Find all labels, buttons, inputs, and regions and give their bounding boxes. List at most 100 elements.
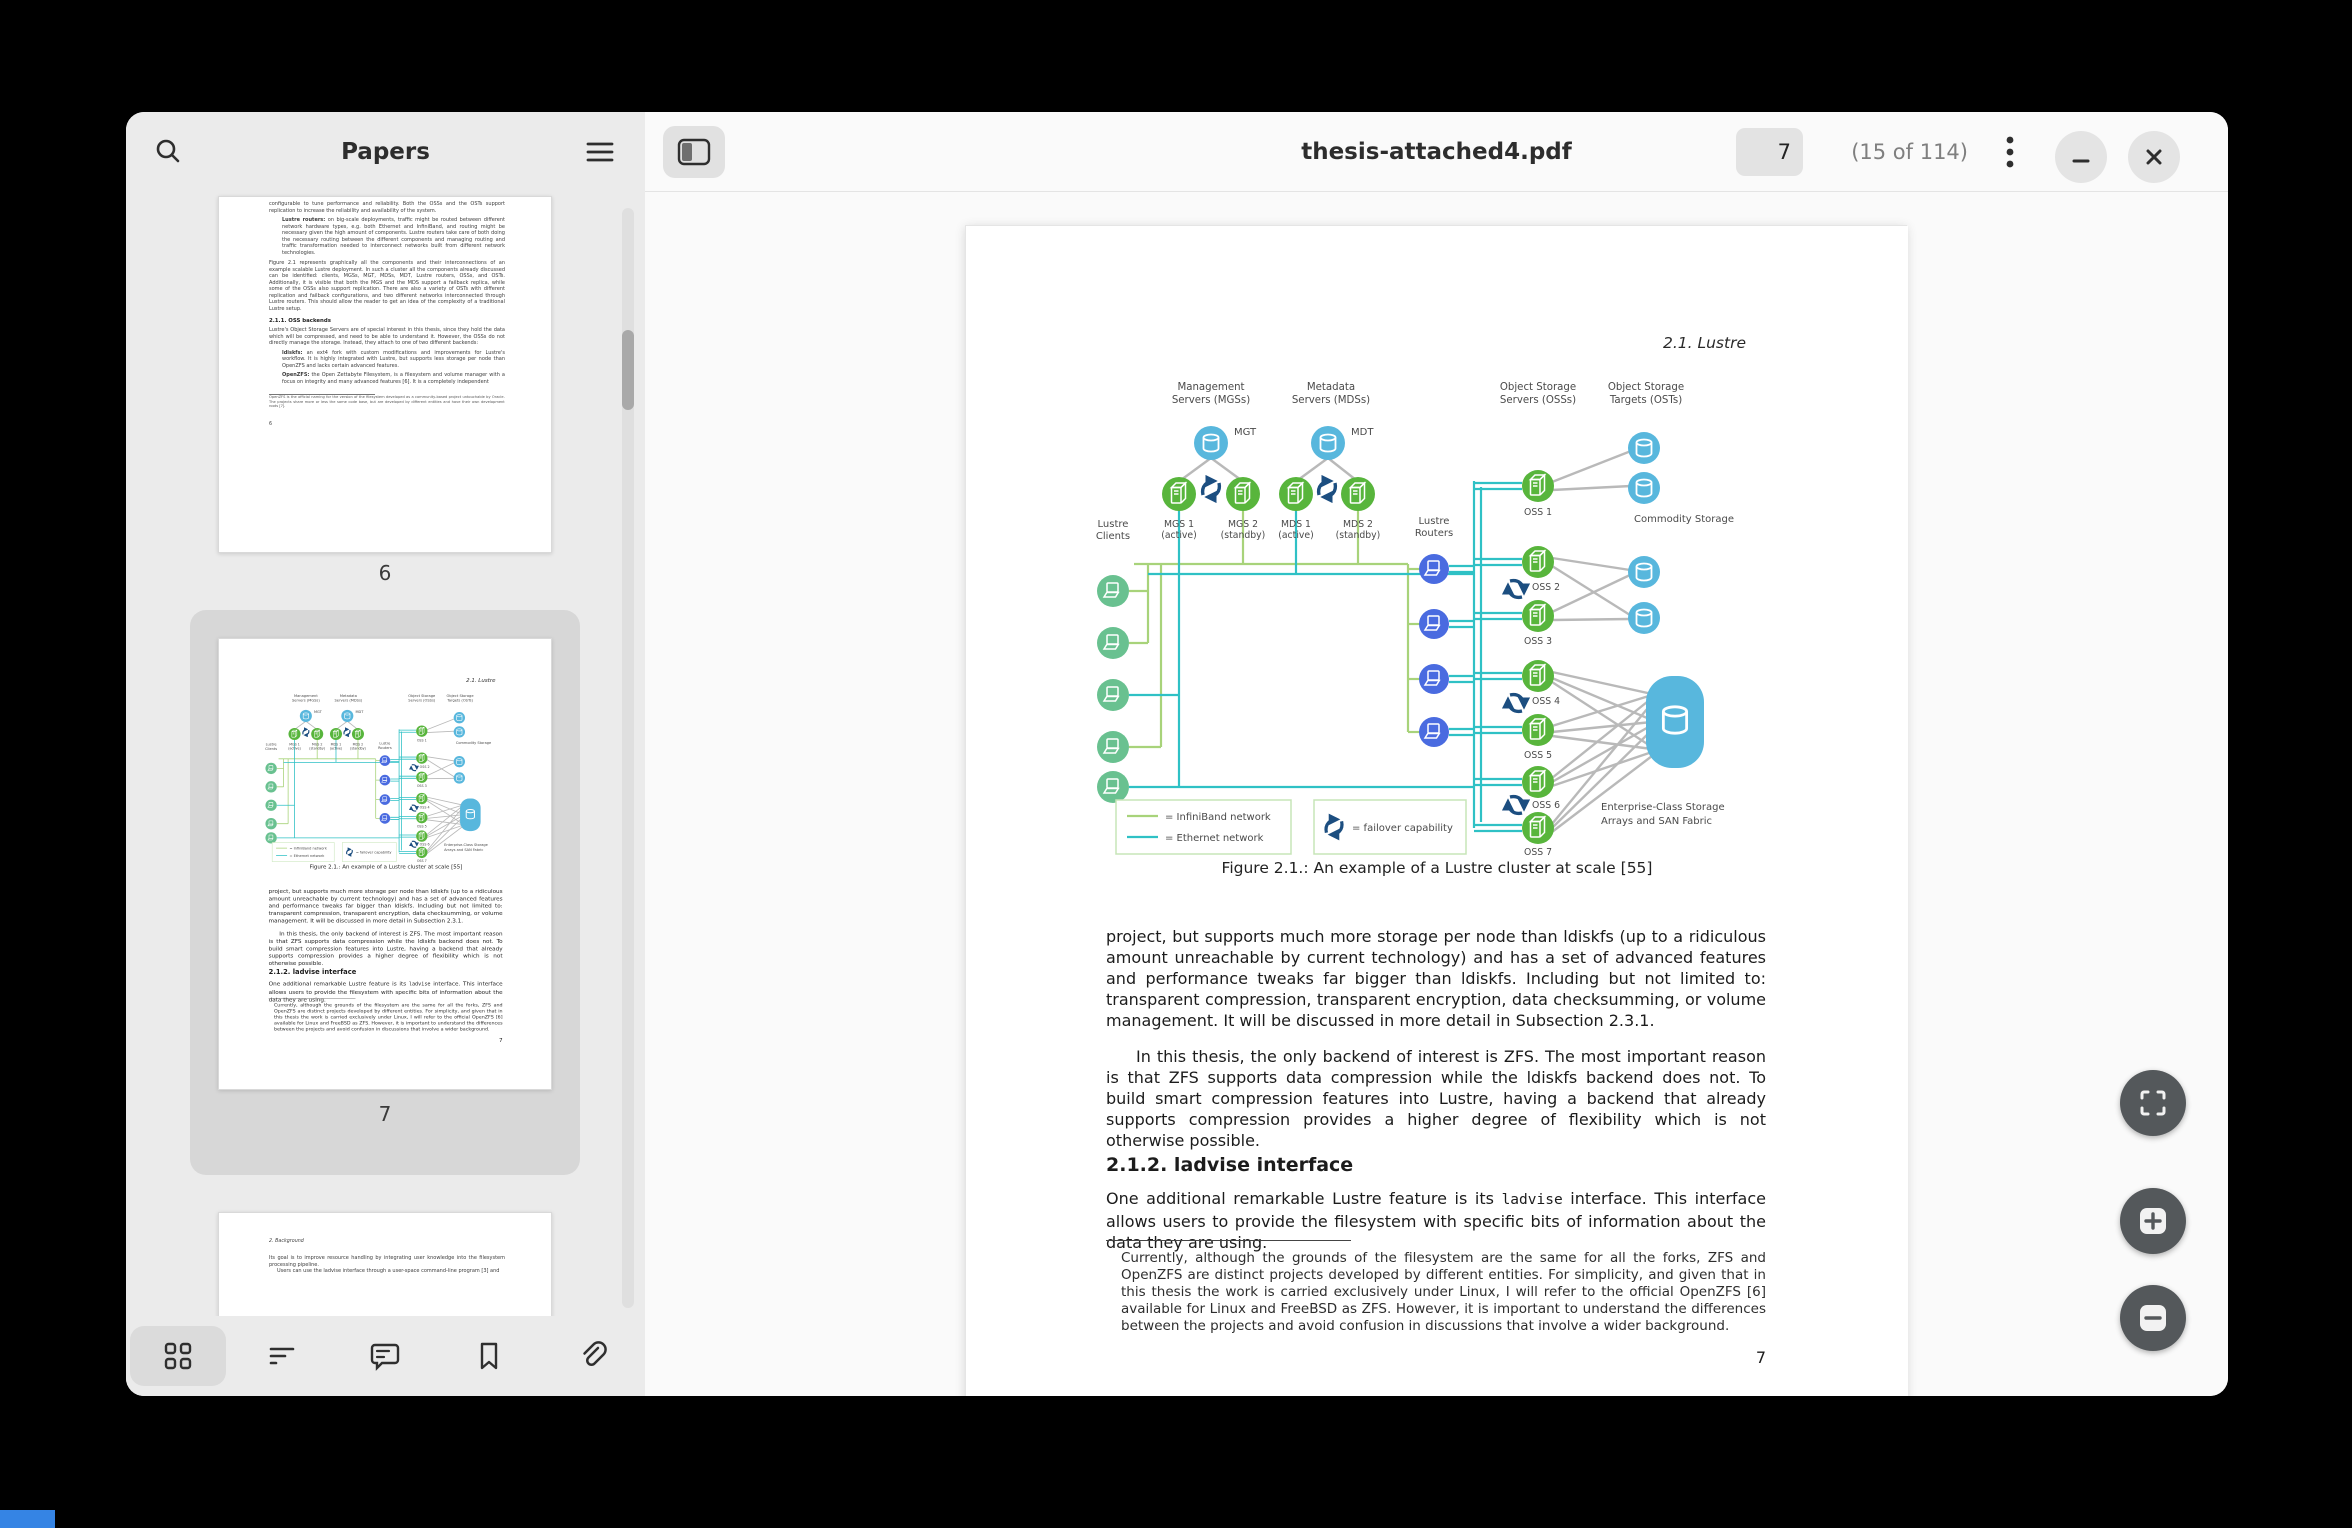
zoom-in-icon — [2138, 1206, 2168, 1236]
svg-text:OSS 5: OSS 5 — [1524, 750, 1552, 761]
thumbnail-page-6[interactable]: configurable to tune performance and rel… — [218, 196, 552, 553]
zoom-out-icon — [2138, 1303, 2168, 1333]
sidebar-scrollbar-thumb[interactable] — [622, 330, 634, 410]
minimize-button[interactable] — [2055, 131, 2107, 183]
annotations-view-button[interactable] — [337, 1326, 433, 1386]
svg-text:OSS 5: OSS 5 — [417, 825, 427, 829]
thumb6-page-number: 6 — [269, 422, 505, 427]
main-menu-button[interactable] — [574, 126, 626, 178]
svg-text:MDT: MDT — [1351, 427, 1374, 438]
svg-text:Metadata: Metadata — [340, 694, 357, 698]
thumb6-para-2: Figure 2.1 represents graphically all th… — [269, 260, 505, 312]
thumb6-bullet-2: ldiskfs: an ext4 fork with custom modifi… — [282, 350, 505, 370]
dock-accent-strip — [0, 1510, 55, 1528]
bookmark-icon — [475, 1341, 503, 1371]
paragraph-3: One additional remarkable Lustre feature… — [269, 980, 503, 1003]
outline-view-button[interactable] — [234, 1326, 330, 1386]
svg-text:= InfiniBand network: = InfiniBand network — [290, 847, 328, 851]
running-header: 2.1. Lustre — [1663, 334, 1746, 352]
thumb6-footnote: OpenZFS is the official naming for the v… — [269, 395, 505, 409]
svg-text:Commodity Storage: Commodity Storage — [1634, 514, 1734, 525]
svg-text:OSS 3: OSS 3 — [1524, 636, 1552, 647]
page-number: 7 — [1106, 1348, 1766, 1367]
svg-text:Lustre: Lustre — [1098, 519, 1129, 530]
svg-text:Targets (OSTs): Targets (OSTs) — [1609, 395, 1682, 406]
svg-text:MGT: MGT — [314, 710, 323, 714]
thumbnail-page-8[interactable]: 2. Background Its goal is to improve res… — [218, 1212, 552, 1328]
svg-text:Servers (OSSs): Servers (OSSs) — [1500, 395, 1576, 406]
svg-text:OSS 3: OSS 3 — [417, 784, 427, 788]
toolbar-cell — [230, 1316, 334, 1396]
pdf-page-content: 2.1. Lustre — [966, 226, 1908, 1396]
thumb6-footnote-rule: OpenZFS is the official naming for the v… — [269, 394, 375, 409]
svg-text:= Ethernet network: = Ethernet network — [1165, 833, 1264, 844]
thumb6-heading: 2.1.1. OSS backends — [269, 318, 505, 324]
svg-text:Metadata: Metadata — [1307, 382, 1355, 393]
svg-text:MGS 2: MGS 2 — [1228, 519, 1258, 530]
sidebar: Papers configurable to tune performance … — [126, 112, 645, 1396]
svg-text:= failover capability: = failover capability — [356, 850, 392, 854]
thumbnail-page-7[interactable]: 2.1. Lustre — [218, 638, 552, 1090]
pdf-page: 2.1. Lustre — [965, 225, 1907, 1396]
figure-2-1-diagram: Management Servers (MGSs) Metadata Serve… — [262, 692, 496, 863]
svg-text:OSS 6: OSS 6 — [1532, 800, 1560, 811]
svg-text:OSS 1: OSS 1 — [1524, 507, 1552, 518]
close-button[interactable] — [2128, 131, 2180, 183]
svg-text:OSS 4: OSS 4 — [420, 805, 430, 809]
thumb8-para-2: Users can use the ladvise interface thro… — [269, 1268, 505, 1275]
window-menu-button[interactable] — [1984, 126, 2036, 178]
svg-text:Arrays and SAN Fabric: Arrays and SAN Fabric — [444, 848, 483, 852]
svg-text:Management: Management — [294, 694, 318, 698]
thumb6-bullet-3: OpenZFS: the Open Zettabyte Filesystem, … — [282, 372, 505, 385]
svg-text:Object Storage: Object Storage — [447, 694, 475, 698]
svg-text:Servers (MDSs): Servers (MDSs) — [1292, 395, 1370, 406]
zoom-in-button[interactable] — [2120, 1188, 2186, 1254]
thumb6-bullet-1: Lustre routers: on big-scale deployments… — [282, 217, 505, 256]
zoom-out-button[interactable] — [2120, 1285, 2186, 1351]
svg-text:(active): (active) — [1278, 530, 1314, 541]
sidebar-toolbar — [126, 1316, 645, 1396]
page-number-input[interactable] — [1736, 128, 1803, 176]
page-count-label: (15 of 114) — [1851, 112, 1968, 192]
svg-text:Enterprise-Class Storage: Enterprise-Class Storage — [1601, 802, 1725, 813]
svg-text:(standby): (standby) — [1221, 530, 1266, 541]
section-heading: 2.1.2. ladvise interface — [1106, 1154, 1353, 1176]
svg-text:Clients: Clients — [265, 747, 277, 751]
running-header: 2.1. Lustre — [466, 677, 495, 683]
annotation-bubble-icon — [369, 1340, 401, 1372]
fit-page-button[interactable] — [2120, 1070, 2186, 1136]
svg-text:MDS 1: MDS 1 — [1281, 519, 1311, 530]
svg-text:Enterprise-Class Storage: Enterprise-Class Storage — [444, 843, 488, 847]
thumbnails-view-button[interactable] — [130, 1326, 226, 1386]
paragraph-2: In this thesis, the only backend of inte… — [269, 930, 503, 967]
thumbnail-7-mini: 2.1. Lustre — [219, 639, 552, 1090]
paragraph-3: One additional remarkable Lustre feature… — [1106, 1188, 1766, 1253]
page-number: 7 — [269, 1037, 503, 1044]
svg-text:(active): (active) — [1161, 530, 1197, 541]
section-heading: 2.1.2. ladvise interface — [269, 968, 357, 976]
thumb8-para-1: Its goal is to improve resource handling… — [269, 1255, 505, 1268]
close-icon — [2145, 148, 2163, 166]
attachments-view-button[interactable] — [545, 1326, 641, 1386]
svg-text:Lustre: Lustre — [1419, 516, 1450, 527]
svg-text:= Ethernet network: = Ethernet network — [290, 854, 326, 858]
svg-text:OSS 7: OSS 7 — [1524, 847, 1552, 858]
thumb8-running-header: 2. Background — [269, 1239, 505, 1244]
thumbnail-7-label: 7 — [190, 1102, 580, 1126]
thumbnail-6-label: 6 — [218, 561, 552, 585]
thumbnails-grid-icon — [163, 1341, 193, 1371]
svg-text:MDT: MDT — [355, 710, 364, 714]
svg-text:Object Storage: Object Storage — [408, 694, 436, 698]
svg-text:Servers (MDSs): Servers (MDSs) — [335, 699, 363, 703]
svg-text:(active): (active) — [288, 747, 301, 751]
svg-text:(standby): (standby) — [309, 747, 325, 751]
bookmarks-view-button[interactable] — [441, 1326, 537, 1386]
svg-text:MGT: MGT — [1234, 427, 1257, 438]
svg-text:Servers (MGSs): Servers (MGSs) — [292, 699, 320, 703]
figure-caption: Figure 2.1.: An example of a Lustre clus… — [219, 863, 552, 869]
minimize-icon — [2072, 148, 2090, 166]
toolbar-cell — [334, 1316, 438, 1396]
document-view[interactable]: 2.1. Lustre — [645, 192, 2228, 1396]
sidebar-title: Papers — [126, 112, 645, 192]
paragraph-2: In this thesis, the only backend of inte… — [1106, 1046, 1766, 1151]
